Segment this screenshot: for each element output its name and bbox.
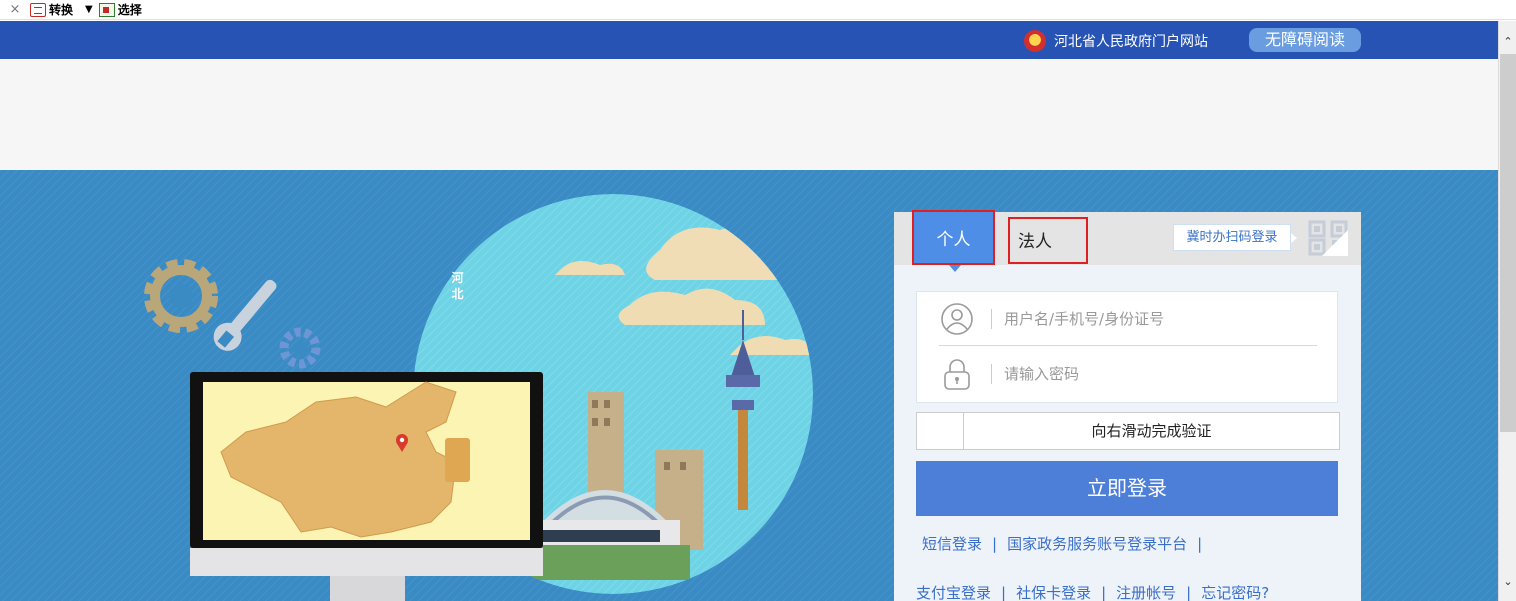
login-button[interactable]: 立即登录 [916,461,1338,516]
scroll-down-icon[interactable]: ⌄ [1499,573,1516,591]
select-label: 选择 [117,3,142,17]
scan-login-button[interactable]: 冀时办扫码登录 [1173,224,1297,251]
gear-icon [144,259,218,333]
logo-band [0,59,1498,170]
user-icon [939,302,975,336]
accessible-reading-button[interactable]: 无障碍阅读 [1249,28,1361,52]
forgot-password-link[interactable]: 忘记密码? [1201,582,1269,601]
select-button[interactable]: 选择 [98,1,142,18]
field-divider [991,364,992,384]
password-row [939,347,1317,401]
pdf-toolbar: × 转换 ▼ 选择 [0,0,1516,20]
scroll-thumb[interactable] [1500,54,1516,432]
sms-login-link[interactable]: 短信登录 [922,533,982,554]
slide-verification[interactable]: 向右滑动完成验证 [916,412,1340,450]
link-separator: | [1001,583,1007,601]
slider-text: 向右滑动完成验证 [1091,422,1212,440]
convert-button[interactable]: 转换 [30,1,73,18]
password-input[interactable] [1004,365,1317,383]
highlight-box [912,210,995,265]
login-panel: 个人 法人 冀时办扫码登录 用户名/手机号/身份证号 向右滑动完成验证 立即登录… [894,210,1361,601]
convert-icon [30,2,46,17]
username-row [939,292,1317,346]
link-separator: | [1186,583,1192,601]
credential-fields [916,291,1338,403]
link-separator: | [992,534,998,553]
tab-personal[interactable]: 个人 [912,210,995,272]
convert-label: 转换 [49,3,74,17]
convert-dropdown-icon[interactable]: ▼ [85,4,93,15]
national-gov-login-link[interactable]: 国家政务服务账号登录平台 [1007,533,1187,554]
social-card-login-link[interactable]: 社保卡登录 [1016,582,1091,601]
link-separator: | [1197,534,1203,553]
register-link[interactable]: 注册帐号 [1116,582,1176,601]
username-input[interactable] [1004,309,1317,328]
close-icon[interactable]: × [0,2,30,17]
monitor-illustration [190,372,543,601]
lock-icon [939,357,975,391]
scroll-up-icon[interactable]: ⌃ [1499,33,1516,51]
qr-code-icon[interactable] [1308,220,1348,256]
site-header-bar: 河北省人民政府门户网站 无障碍阅读 [0,21,1498,59]
field-divider [991,308,992,329]
gov-portal-link[interactable]: 河北省人民政府门户网站 [1024,30,1208,52]
login-links-row1: 短信登录 | 国家政务服务账号登录平台 | [922,533,1212,554]
province-label: 河北 [451,271,464,301]
national-emblem-icon [1024,30,1046,52]
gov-portal-label: 河北省人民政府门户网站 [1054,34,1208,50]
select-icon [98,2,115,17]
alipay-login-link[interactable]: 支付宝登录 [916,582,991,601]
slider-handle[interactable] [917,413,964,449]
tab-legal-person[interactable]: 法人 [1008,217,1088,264]
login-tabs: 个人 法人 冀时办扫码登录 [894,210,1361,272]
vertical-scrollbar[interactable]: ⌃ ⌄ [1498,21,1516,601]
login-links-row2: 支付宝登录 | 社保卡登录 | 注册帐号 | 忘记密码? [916,582,1269,601]
link-separator: | [1101,583,1107,601]
